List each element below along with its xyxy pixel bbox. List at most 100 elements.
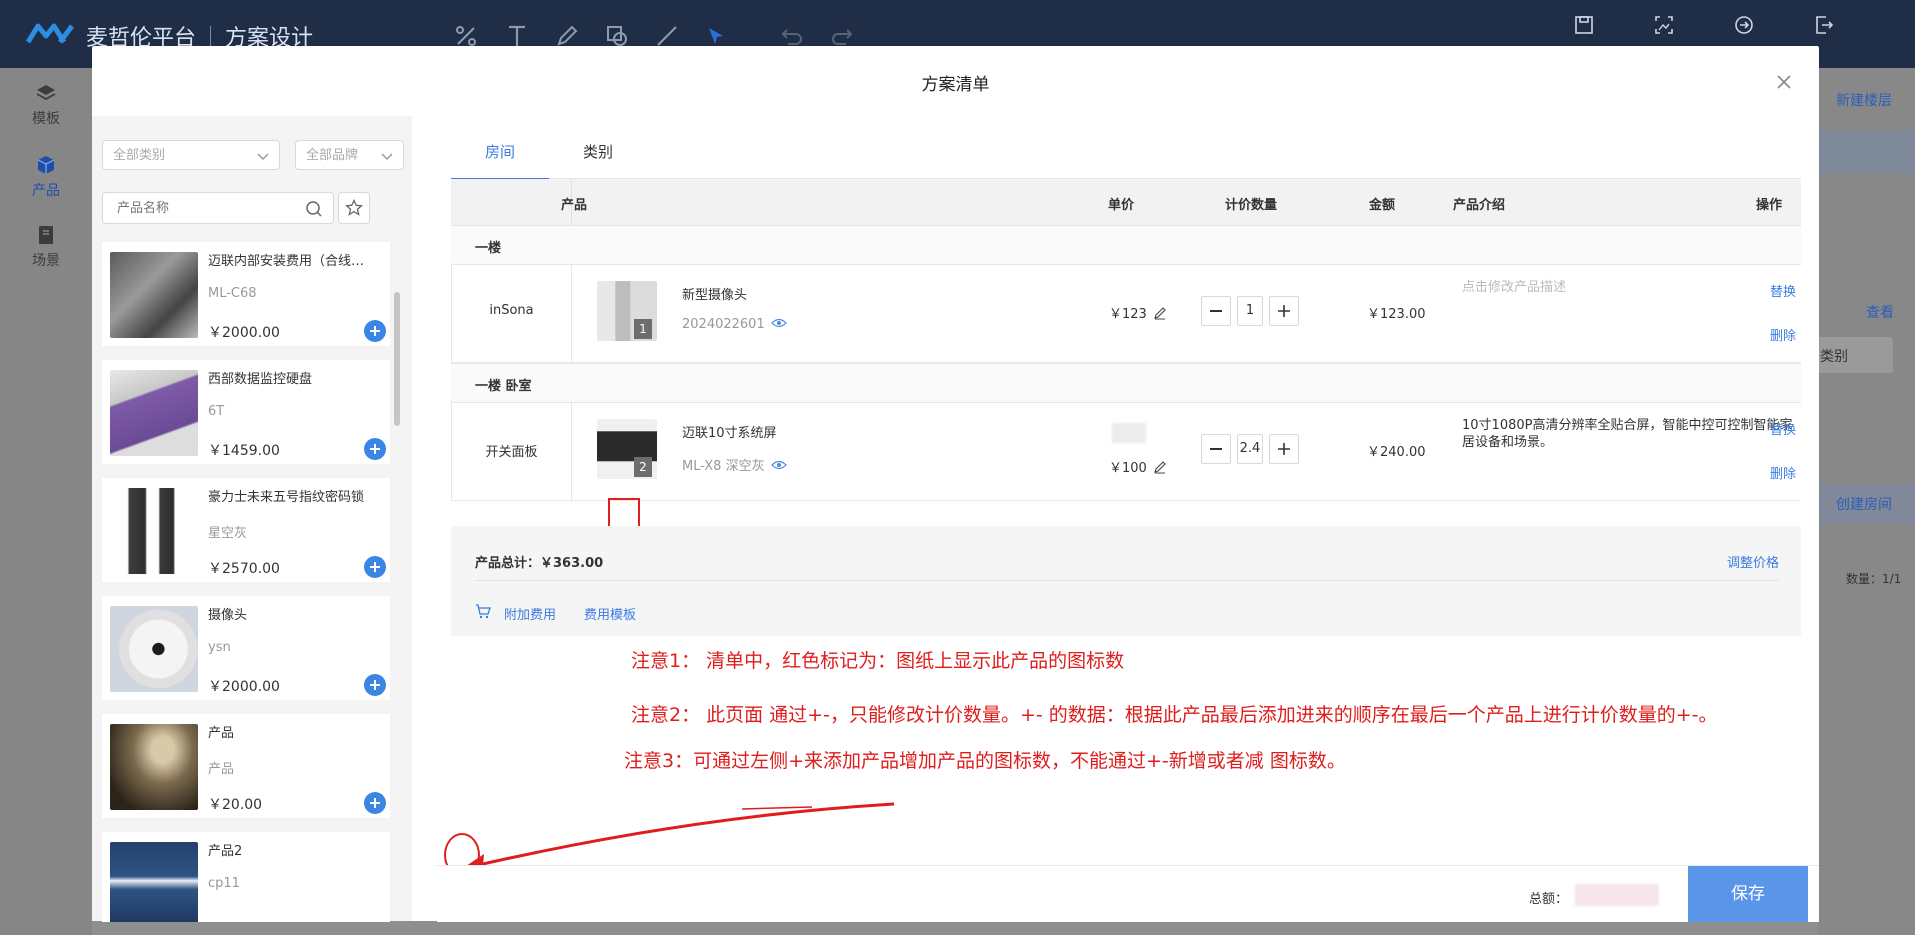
product-code: cp11 — [208, 876, 240, 891]
header-operation: 操作 — [1756, 198, 1783, 213]
product-card[interactable]: 摄像头 ysn ￥2000.00 — [102, 596, 390, 700]
plan-list-modal: 方案清单 全部类别 全部品牌 迈联内部安装费用（合线… ML-C68 ￥2000… — [92, 46, 1819, 922]
product-card[interactable]: 西部数据监控硬盘 6T ￥1459.00 — [102, 360, 390, 464]
decrement-button[interactable] — [1201, 434, 1231, 464]
edit-icon[interactable] — [1153, 306, 1167, 320]
plus-icon — [370, 326, 380, 336]
nav-item-scene[interactable]: 场景 — [0, 224, 92, 270]
chevron-down-icon — [381, 153, 393, 161]
eye-icon[interactable] — [770, 317, 787, 329]
brand-logo-icon — [26, 23, 74, 44]
tab-room[interactable]: 房间 — [451, 126, 549, 180]
product-code: 产品 — [208, 762, 235, 777]
add-product-button[interactable] — [364, 792, 386, 814]
icon-count-badge: 1 — [634, 319, 652, 339]
product-search[interactable] — [102, 192, 334, 224]
category-select-value: 全部类别 — [113, 148, 166, 163]
close-icon[interactable] — [1774, 72, 1794, 92]
nav-item-template[interactable]: 模板 — [0, 82, 92, 128]
product-card[interactable]: 产品 产品 ￥20.00 — [102, 714, 390, 818]
fee-template-link[interactable]: 费用模板 — [584, 604, 636, 623]
product-list-scrollbar[interactable] — [394, 292, 400, 426]
row-code-text: ML-X8 深空灰 — [682, 459, 765, 474]
cube-icon — [37, 156, 55, 174]
create-room-link[interactable]: 创建房间 — [1836, 494, 1892, 514]
add-product-button[interactable] — [364, 556, 386, 578]
layers-icon — [36, 85, 56, 101]
product-code: ML-C68 — [208, 286, 257, 301]
add-product-button[interactable] — [364, 320, 386, 342]
increment-button[interactable] — [1269, 296, 1299, 326]
row-unit-price: ￥123 — [1109, 303, 1167, 322]
row-description[interactable]: 10寸1080P高清分辨率全贴合屏，智能中控可控制智能家居设备和场景。 — [1462, 417, 1802, 451]
plus-icon — [370, 798, 380, 808]
add-product-button[interactable] — [364, 674, 386, 696]
nav-label: 场景 — [32, 253, 60, 269]
replace-link[interactable]: 替换 — [1770, 281, 1796, 300]
row-description[interactable]: 点击修改产品描述 — [1462, 279, 1802, 296]
eye-icon[interactable] — [770, 459, 787, 471]
favorite-button[interactable] — [338, 192, 370, 224]
plus-icon — [1278, 443, 1290, 455]
annotation-note-1: 注意1： 清单中，红色标记为：图纸上显示此产品的图标数 — [631, 650, 1125, 672]
extra-fee-link[interactable]: 附加费用 — [504, 604, 556, 623]
nav-item-product[interactable]: 产品 — [0, 154, 92, 200]
quantity-value[interactable]: 1 — [1237, 296, 1263, 326]
delete-link[interactable]: 删除 — [1770, 463, 1796, 482]
unit-price-text: ￥100 — [1109, 461, 1147, 476]
replace-link[interactable]: 替换 — [1770, 419, 1796, 438]
product-card[interactable]: 迈联内部安装费用（合线… ML-C68 ￥2000.00 — [102, 242, 390, 346]
row-code-text: 2024022601 — [682, 317, 765, 332]
generate-tool-button[interactable] — [1724, 14, 1764, 36]
save-tool-button[interactable] — [1564, 14, 1604, 36]
exit-tool-button[interactable] — [1804, 14, 1844, 36]
brand-select-value: 全部品牌 — [306, 148, 359, 163]
modal-footer: 总额： 保存 — [437, 865, 1819, 922]
decrement-button[interactable] — [1201, 296, 1231, 326]
grand-total-label: 总额： — [1529, 892, 1569, 907]
row-product-name: 新型摄像头 — [682, 288, 748, 303]
header-description: 产品介绍 — [1453, 198, 1506, 213]
new-floor-link[interactable]: 新建楼层 — [1836, 90, 1892, 110]
left-nav: 模板 产品 场景 — [0, 68, 92, 935]
summary-panel: 产品总计：￥363.00 调整价格 附加费用 费用模板 — [451, 526, 1801, 636]
book-icon — [39, 226, 53, 244]
table-header: 产品 单价 计价数量 金额 产品介绍 操作 — [451, 179, 1801, 225]
product-image — [110, 724, 198, 810]
group-name: 一楼 卧室 — [475, 379, 532, 394]
screenshot-tool-button[interactable] — [1644, 14, 1684, 36]
minus-icon — [1210, 448, 1222, 450]
save-button[interactable]: 保存 — [1688, 866, 1808, 922]
adjust-price-link[interactable]: 调整价格 — [1727, 552, 1779, 571]
product-code: 星空灰 — [208, 526, 248, 541]
product-name: 迈联内部安装费用（合线… — [208, 254, 365, 269]
room-name: inSona — [489, 303, 534, 318]
image-frame-icon — [1655, 16, 1673, 34]
brand-select[interactable]: 全部品牌 — [295, 140, 404, 170]
product-search-input[interactable] — [115, 200, 299, 217]
edit-icon[interactable] — [1153, 460, 1167, 474]
delete-link[interactable]: 删除 — [1770, 325, 1796, 344]
minus-icon — [1210, 310, 1222, 312]
quantity-value[interactable]: 2.4 — [1237, 434, 1263, 464]
product-card[interactable]: 豪力士未来五号指纹密码锁 星空灰 ￥2570.00 — [102, 478, 390, 582]
product-list: 迈联内部安装费用（合线… ML-C68 ￥2000.00 西部数据监控硬盘 6T… — [102, 242, 392, 922]
product-card[interactable]: 产品2 cp11 — [102, 832, 390, 922]
row-amount: ￥123.00 — [1367, 307, 1426, 322]
add-product-button[interactable] — [364, 438, 386, 460]
icon-count-badge: 2 — [634, 457, 652, 477]
product-name: 西部数据监控硬盘 — [208, 372, 313, 387]
product-price: ￥2000.00 — [208, 325, 280, 341]
increment-button[interactable] — [1269, 434, 1299, 464]
tab-category[interactable]: 类别 — [549, 126, 647, 178]
header-quantity: 计价数量 — [1225, 198, 1278, 213]
right-panel-band — [1818, 130, 1915, 174]
unit-price-text: ￥123 — [1109, 307, 1147, 322]
modal-title: 方案清单 — [921, 75, 990, 95]
search-icon[interactable] — [305, 200, 323, 218]
view-link[interactable]: 查看 — [1866, 302, 1894, 322]
product-price: ￥1459.00 — [208, 443, 280, 459]
table-row: inSona 1 新型摄像头 2024022601 ￥123 1 ￥123.00… — [451, 263, 1801, 363]
product-image — [110, 488, 198, 574]
category-select[interactable]: 全部类别 — [102, 140, 280, 170]
